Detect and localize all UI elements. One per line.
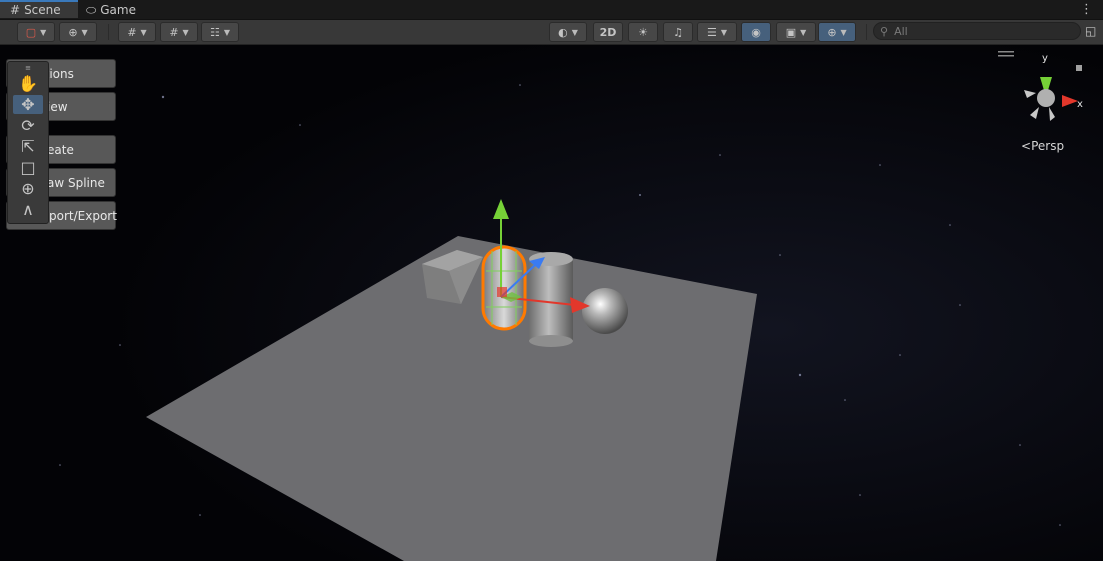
chevron-down-icon: ▼	[223, 27, 231, 37]
audio-toggle-button[interactable]: ♫	[663, 22, 693, 42]
grid-visibility-dropdown[interactable]: # ▼	[160, 22, 198, 42]
increment-snap-dropdown[interactable]: ☷ ▼	[201, 22, 239, 42]
global-icon: ⊕	[68, 25, 78, 39]
projection-toggle[interactable]: <Persp	[1021, 139, 1064, 153]
chevron-down-icon: ▼	[840, 27, 847, 37]
hand-icon: ✋	[18, 74, 38, 93]
gizmo-y-label: y	[1042, 53, 1048, 64]
rotate-tool[interactable]: ⟳	[13, 116, 43, 135]
gizmos-icon: ⊕	[827, 25, 837, 39]
gizmo-x-label: x	[1077, 99, 1083, 110]
scene-visibility-toggle[interactable]: ◉	[741, 22, 771, 42]
chevron-down-icon: ▼	[81, 27, 88, 37]
scene-viewport[interactable]: y x <Persp ptions iew eate aw Spline por…	[0, 45, 1103, 561]
maximize-icon[interactable]: ◱	[1085, 24, 1096, 38]
toolbar-divider	[866, 24, 867, 40]
scale-tool[interactable]: ⇱	[13, 137, 43, 156]
grid-icon: #	[10, 3, 21, 17]
2d-toggle-button[interactable]: 2D	[593, 22, 623, 42]
scene-tab-bar: # Scene ⬭ Game ⋮	[0, 0, 1103, 20]
gamepad-icon: ⬭	[86, 2, 97, 17]
more-options-icon[interactable]: ⋮	[1080, 2, 1093, 17]
tab-game[interactable]: ⬭ Game	[86, 0, 136, 20]
global-local-dropdown[interactable]: ⊕ ▼	[59, 22, 97, 42]
camera-dropdown[interactable]: ▣ ▼	[776, 22, 816, 42]
transform-tool-icon: ▢	[25, 25, 37, 39]
grid-snap-dropdown[interactable]: # ▼	[118, 22, 156, 42]
scene-toolbar: ▢ ▼ ⊕ ▼ # ▼ # ▼ ☷ ▼ ◐ ▼ 2D ☀ ♫ ☰ ▼ ◉ ▣ ▼ ⊕ ▼ ⚲ Al…	[0, 20, 1103, 45]
tab-label: Game	[100, 3, 136, 17]
tab-label: Scene	[24, 3, 61, 17]
grid-icon: #	[169, 25, 179, 39]
drag-handle-icon[interactable]: ≡	[8, 64, 48, 72]
hand-tool[interactable]: ✋	[13, 74, 43, 93]
chevron-down-icon: ▼	[571, 27, 578, 37]
chevron-down-icon: ▼	[40, 27, 47, 37]
projection-label: Persp	[1031, 139, 1065, 153]
sphere-object	[582, 288, 628, 334]
chevron-down-icon: ▼	[800, 27, 807, 37]
view-label: iew	[47, 99, 68, 114]
transform-tool[interactable]: ⊕	[13, 179, 43, 198]
chevron-down-icon: ▼	[140, 27, 147, 37]
lighting-icon: ☀	[638, 25, 648, 39]
audio-icon: ♫	[673, 25, 683, 39]
custom-tool-icon: ∧	[22, 200, 34, 219]
lighting-toggle-button[interactable]: ☀	[628, 22, 658, 42]
effects-icon: ☰	[706, 25, 717, 39]
scale-icon: ⇱	[21, 137, 35, 156]
tab-scene[interactable]: # Scene	[0, 0, 78, 18]
import-export-label: port/Export	[49, 208, 117, 223]
custom-tool[interactable]: ∧	[13, 200, 43, 219]
chevron-left-icon: <	[1021, 139, 1032, 153]
shading-mode-icon: ◐	[558, 25, 568, 39]
gizmos-dropdown[interactable]: ⊕ ▼	[818, 22, 856, 42]
move-icon: ✥	[21, 95, 35, 114]
camera-icon: ▣	[785, 25, 797, 39]
rect-tool[interactable]: □	[13, 158, 43, 177]
search-icon: ⚲	[880, 24, 889, 38]
create-label: eate	[47, 142, 74, 157]
scene-render	[0, 45, 1103, 561]
toolbar-divider	[108, 24, 109, 40]
rect-icon: □	[20, 158, 36, 177]
search-placeholder: All	[894, 24, 908, 38]
search-field[interactable]: ⚲ All	[873, 22, 1081, 40]
increment-snap-icon: ☷	[209, 25, 220, 39]
chevron-down-icon: ▼	[720, 27, 728, 37]
draw-spline-label: aw Spline	[47, 175, 105, 190]
transform-icon: ⊕	[21, 179, 35, 198]
rotate-icon: ⟳	[21, 116, 35, 135]
visibility-icon: ◉	[751, 25, 761, 39]
2d-label: 2D	[599, 25, 617, 39]
shading-mode-dropdown[interactable]: ◐ ▼	[549, 22, 587, 42]
transform-tool-dropdown[interactable]: ▢ ▼	[17, 22, 55, 42]
effects-dropdown[interactable]: ☰ ▼	[697, 22, 737, 42]
move-tool[interactable]: ✥	[13, 95, 43, 114]
grid-snap-icon: #	[127, 25, 137, 39]
chevron-down-icon: ▼	[182, 27, 189, 37]
tools-overlay: ≡ ✋ ✥ ⟳ ⇱ □ ⊕ ∧	[7, 61, 49, 224]
